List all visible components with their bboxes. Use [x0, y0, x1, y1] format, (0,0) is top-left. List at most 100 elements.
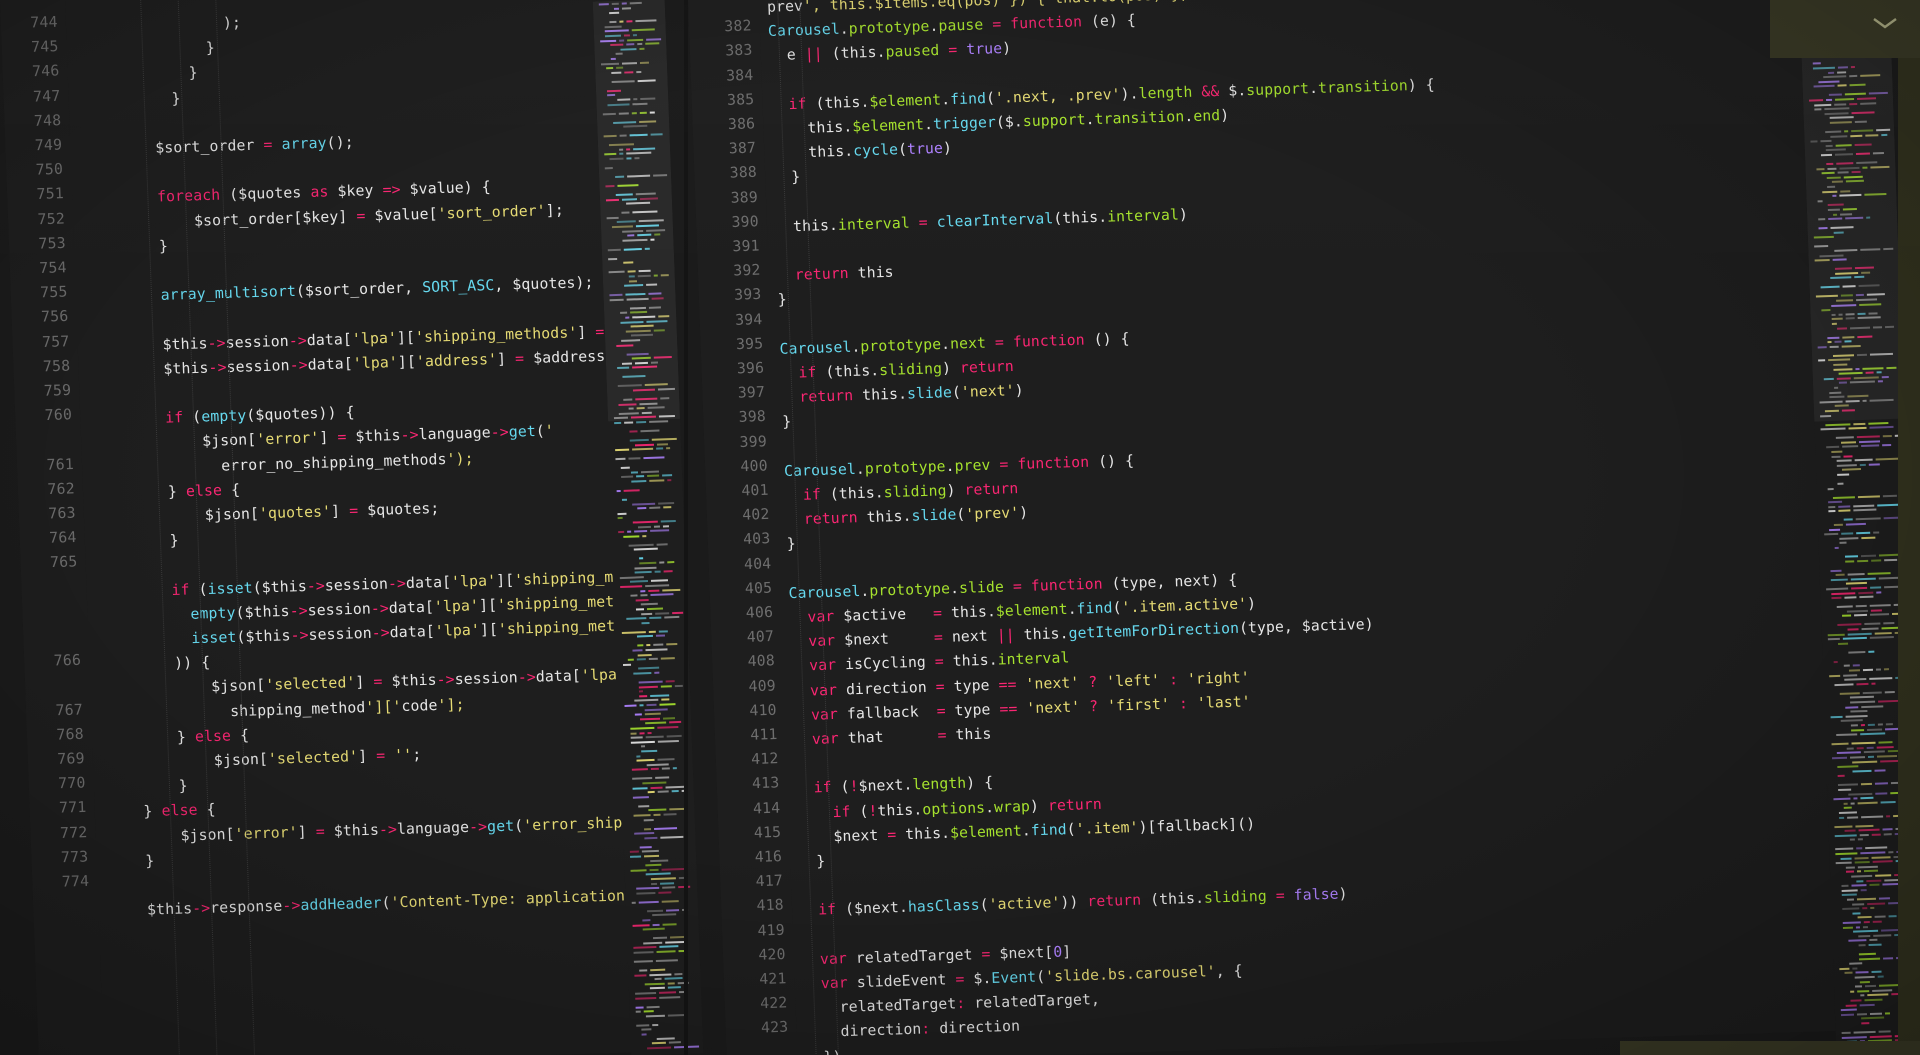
code-line[interactable]: }	[145, 849, 155, 874]
minimap-line	[656, 447, 664, 450]
code-line[interactable]: }	[117, 87, 181, 113]
minimap-line	[1853, 422, 1866, 425]
minimap-line	[1862, 668, 1874, 672]
minimap-viewport[interactable]	[592, 0, 681, 422]
minimap-line	[1872, 989, 1893, 992]
minimap-line	[1837, 765, 1859, 769]
minimap-line	[1836, 463, 1857, 467]
minimap-line	[1856, 746, 1864, 750]
pane-divider[interactable]	[684, 0, 688, 1055]
minimap-line	[1856, 435, 1880, 439]
minimap-viewport[interactable]	[1799, 0, 1905, 422]
minimap-line	[630, 736, 643, 739]
minimap-line	[646, 644, 651, 647]
code-line[interactable]: })	[805, 1045, 842, 1055]
minimap-line	[661, 767, 670, 771]
code-line[interactable]: }	[773, 166, 801, 191]
minimap-line	[1840, 1013, 1855, 1016]
minimap-line	[630, 855, 642, 858]
code-line[interactable]: return this	[777, 261, 895, 289]
code-line[interactable]: $sort_order = array();	[119, 131, 354, 163]
minimap-line	[635, 608, 645, 611]
code-line[interactable]: if ($next.hasClass('active')) return (th…	[800, 883, 1348, 924]
code-line[interactable]: }	[142, 774, 188, 800]
minimap-line	[1883, 832, 1892, 836]
minimap-line	[1838, 509, 1851, 513]
minimap-line	[620, 466, 630, 470]
code-line[interactable]: this.cycle(true)	[772, 137, 952, 167]
minimap-line	[1833, 523, 1843, 527]
line-number: 395	[735, 334, 764, 353]
minimap-line	[642, 919, 651, 922]
line-number: 411	[750, 725, 778, 744]
minimap-line	[631, 480, 647, 483]
code-line[interactable]: }	[115, 36, 216, 63]
code-line[interactable]: }	[798, 850, 826, 875]
minimap-line	[1859, 833, 1869, 837]
minimap-line	[1870, 609, 1882, 612]
code-line[interactable]: }	[122, 234, 169, 260]
minimap-line	[1867, 902, 1886, 905]
minimap-line	[635, 1006, 644, 1009]
chevron-down-icon[interactable]	[1872, 16, 1898, 30]
code-line[interactable]: }	[133, 529, 179, 555]
line-number: 394	[734, 310, 763, 329]
minimap-line	[639, 704, 644, 707]
minimap-line	[1882, 494, 1897, 497]
minimap-line	[1853, 504, 1875, 508]
minimap-line	[1877, 723, 1883, 726]
minimap-line	[1884, 585, 1900, 589]
line-number: 750	[35, 160, 64, 179]
minimap-line	[1869, 426, 1894, 429]
code-line[interactable]: }	[782, 411, 792, 436]
minimap-line	[1845, 705, 1859, 709]
minimap-line	[1846, 747, 1854, 750]
minimap-line	[1871, 558, 1882, 562]
php-editor-pane[interactable]: ); } } } $sort_order = array(); foreach …	[0, 0, 661, 1055]
minimap-line	[650, 768, 659, 771]
minimap-line	[666, 908, 680, 912]
minimap-line	[1832, 495, 1855, 499]
minimap-line	[1850, 802, 1855, 805]
code-line[interactable]: array_multisort($sort_order, SORT_ASC, $…	[124, 271, 594, 309]
minimap-line	[1875, 457, 1900, 461]
minimap-line	[627, 530, 632, 533]
minimap-line	[1861, 536, 1876, 539]
minimap-line	[650, 694, 670, 697]
minimap-line	[661, 899, 679, 903]
minimap-line	[1856, 1012, 1868, 1016]
code-line[interactable]: }	[116, 62, 198, 89]
code-line[interactable]: )) {	[138, 651, 211, 678]
minimap-line	[1856, 847, 1863, 850]
minimap-line	[653, 936, 668, 940]
code-line[interactable]: }	[777, 288, 788, 313]
minimap-line	[650, 877, 676, 881]
code-line[interactable]: this.interval = clearInterval(this.inter…	[775, 203, 1189, 240]
minimap-line	[643, 1010, 654, 1013]
minimap-line	[652, 1023, 659, 1026]
minimap-line	[1839, 692, 1860, 695]
minimap-line	[1864, 985, 1877, 988]
code-line[interactable]: $this->response->addHeader('Content-Type…	[147, 882, 660, 923]
minimap-line	[1841, 884, 1849, 888]
minimap-line	[1837, 482, 1844, 485]
minimap-line	[617, 517, 623, 520]
code-line[interactable]: $json['error'] = $this->language->get('e…	[144, 807, 660, 850]
minimap-line	[635, 598, 649, 602]
minimap-line	[639, 694, 648, 698]
code-line[interactable]: var that = this	[794, 722, 992, 752]
code-line[interactable]: } else {	[140, 724, 250, 752]
minimap-line	[630, 594, 638, 597]
minimap-line	[621, 475, 634, 479]
editor-window: ); } } } $sort_order = array(); foreach …	[0, 0, 1920, 1055]
code-line[interactable]: }	[786, 533, 796, 558]
minimap-line	[640, 470, 659, 474]
minimap-line	[639, 969, 648, 972]
minimap-line	[1875, 791, 1888, 795]
code-line[interactable]: } else {	[143, 798, 216, 825]
minimap-line	[649, 506, 661, 510]
minimap-line	[1871, 855, 1891, 859]
javascript-editor-pane[interactable]: prev', this.$items.eq(pos) }) { that.to(…	[688, 0, 1868, 1055]
minimap-line	[1852, 664, 1860, 667]
code-line[interactable]: } else {	[131, 478, 241, 506]
